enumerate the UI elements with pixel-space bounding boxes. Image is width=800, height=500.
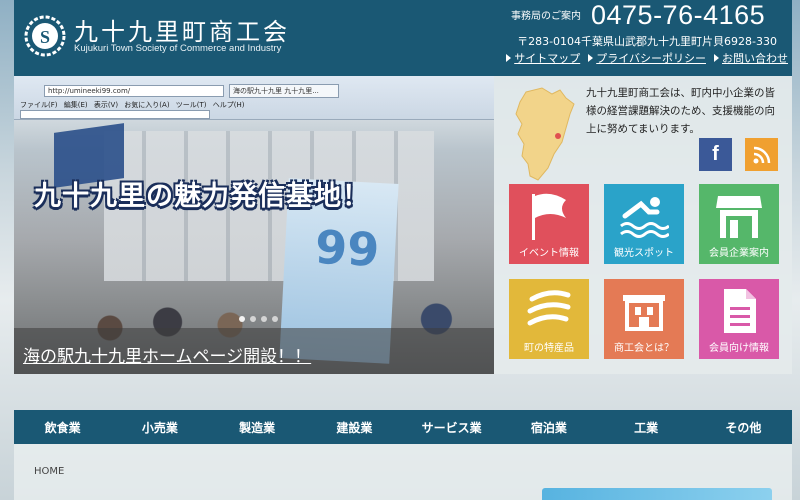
specialty-icon [527, 290, 571, 326]
tile-label: 会員企業案内 [709, 248, 769, 259]
slide-dot[interactable] [250, 316, 256, 322]
facebook-icon[interactable]: f [699, 138, 732, 171]
slide-dots [239, 316, 278, 322]
building-icon [623, 295, 665, 331]
svg-text:S: S [40, 27, 50, 47]
about-society-tile[interactable]: 商工会とは？ [604, 279, 684, 359]
address: 〒283-0104千葉県山武郡九十九里町片貝6928-330 [517, 35, 777, 48]
nav-restaurants[interactable]: 飲食業 [14, 410, 111, 444]
site-subtitle: Kujukuri Town Society of Commerce and In… [74, 43, 282, 54]
event-info-tile[interactable]: イベント情報 [509, 184, 589, 264]
browser-url: http://umineeki99.com/ [44, 85, 224, 97]
sightseeing-tile[interactable]: 観光スポット [604, 184, 684, 264]
sitemap-link-label: サイトマップ [514, 52, 581, 65]
slide-tagline: 九十九里の魅力発信基地！ [34, 181, 370, 212]
member-companies-tile[interactable]: 会員企業案内 [699, 184, 779, 264]
tile-label: 会員向け情報 [709, 343, 769, 354]
privacy-policy-link-label: プライバシーポリシー [596, 52, 706, 65]
nav-other[interactable]: その他 [695, 410, 792, 444]
nav-industry[interactable]: 工業 [598, 410, 695, 444]
site-header: S 九十九里町商工会 Kujukuri Town Society of Comm… [14, 0, 792, 76]
swimmer-icon [620, 197, 669, 238]
tile-label: 観光スポット [614, 248, 674, 259]
slide-dot[interactable] [272, 316, 278, 322]
slide-dot[interactable] [239, 316, 245, 322]
arrow-icon [588, 54, 594, 62]
hero-slideshow[interactable]: http://umineeki99.com/ 海の駅九十九里 九十九里... フ… [14, 76, 494, 374]
flag-icon [532, 193, 566, 240]
privacy-policy-link[interactable]: プライバシーポリシー [588, 50, 706, 66]
breadcrumb[interactable]: HOME [34, 466, 64, 477]
browser-search-box [20, 110, 210, 119]
tile-label: 町の特産品 [524, 343, 574, 354]
nav-manufacturing[interactable]: 製造業 [209, 410, 306, 444]
nav-retail[interactable]: 小売業 [111, 410, 208, 444]
browser-tab: 海の駅九十九里 九十九里... [229, 84, 339, 98]
category-nav: 飲食業 小売業 製造業 建設業 サービス業 宿泊業 工業 その他 [14, 410, 792, 444]
contact-link[interactable]: お問い合わせ [714, 50, 788, 66]
nav-lodging[interactable]: 宿泊業 [500, 410, 597, 444]
corner-banner[interactable] [542, 488, 772, 500]
sitemap-link[interactable]: サイトマップ [506, 50, 580, 66]
flag-text: 99 [313, 219, 381, 278]
intro-text: 九十九里町商工会は、町内中小企業の皆様の経営課題解決のため、支援機能の向上に努め… [586, 87, 775, 135]
shop-icon [716, 196, 762, 238]
nav-construction[interactable]: 建設業 [306, 410, 403, 444]
document-icon [724, 289, 756, 333]
specialty-products-tile[interactable]: 町の特産品 [509, 279, 589, 359]
browser-menu: ファイル(F) 編集(E) 表示(V) お気に入り(A) ツール(T) ヘルプ(… [20, 101, 245, 109]
rss-icon[interactable] [745, 138, 778, 171]
slide-browser-screenshot: http://umineeki99.com/ 海の駅九十九里 九十九里... フ… [14, 76, 494, 120]
header-links: サイトマップ プライバシーポリシー お問い合わせ [506, 50, 788, 66]
site-title[interactable]: 九十九里町商工会 [74, 12, 290, 47]
right-panel: 九十九里町商工会は、町内中小企業の皆様の経営課題解決のため、支援機能の向上に努め… [494, 76, 792, 374]
logo-icon[interactable]: S [24, 15, 66, 57]
nav-services[interactable]: サービス業 [403, 410, 500, 444]
slide-caption-link[interactable]: 海の駅九十九里ホームページ開設！！ [23, 342, 311, 367]
member-info-tile[interactable]: 会員向け情報 [699, 279, 779, 359]
slide-dot[interactable] [261, 316, 267, 322]
phone-number: 0475-76-4165 [591, 0, 766, 30]
office-label: 事務局のご案内 [511, 11, 581, 22]
tile-label: 商工会とは？ [614, 343, 674, 354]
tile-label: イベント情報 [519, 248, 579, 259]
arrow-icon [714, 54, 719, 62]
contact-link-label: お問い合わせ [722, 52, 788, 65]
arrow-icon [506, 54, 512, 62]
chiba-map-icon [515, 87, 575, 181]
